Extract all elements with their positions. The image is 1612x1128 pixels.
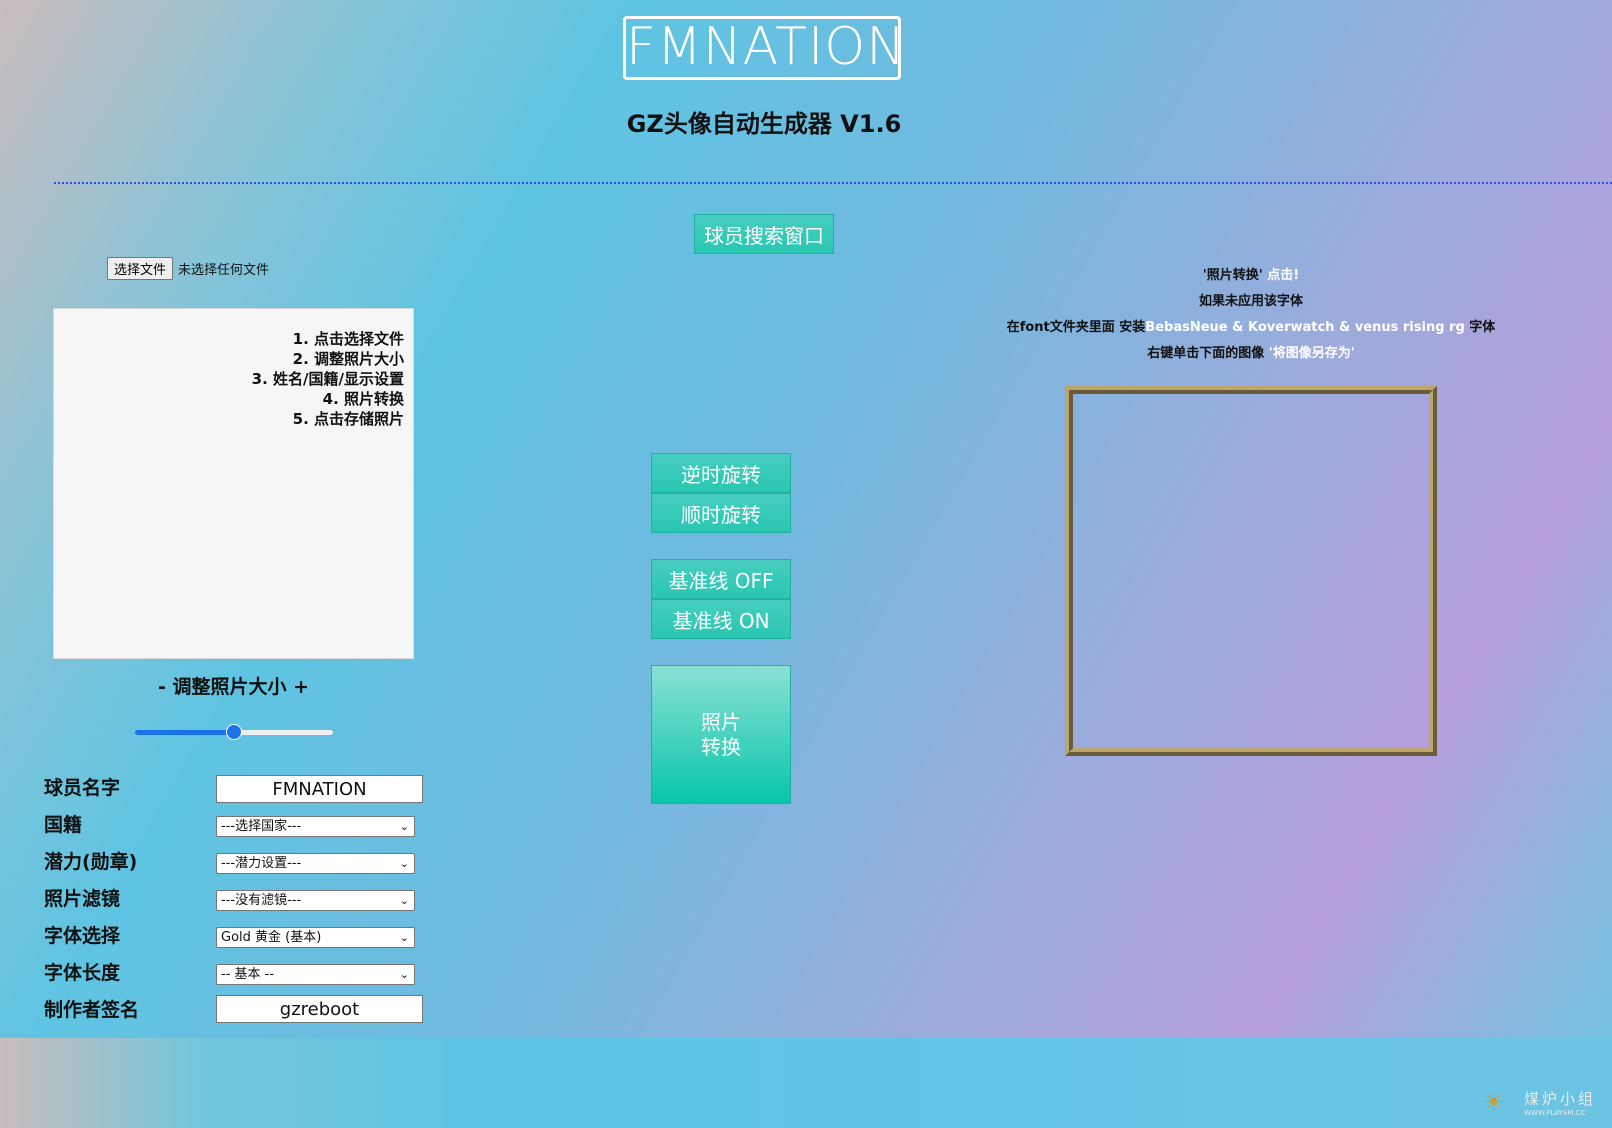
slider-fill: [135, 730, 234, 735]
instruction-step: 5. 点击存储照片: [292, 410, 404, 428]
rotate-cw-button[interactable]: 顺时旋转: [651, 493, 791, 533]
info-line-3: 在font文件夹里面 安装BebasNeue & Koverwatch & ve…: [994, 316, 1508, 335]
creator-signature-label: 制作者签名: [44, 999, 140, 1021]
font-choice-select[interactable]: Gold 黄金 (基本) ⌄: [216, 927, 415, 948]
watermark-url: WWW.PLAYSM.CC: [1524, 1109, 1586, 1117]
info-line-2: 如果未应用该字体: [1198, 294, 1303, 309]
chevron-down-icon: ⌄: [399, 931, 409, 944]
site-watermark: ☀ 煤炉小组 WWW.PLAYSM.CC: [1482, 1088, 1602, 1124]
font-length-selected: -- 基本 --: [221, 967, 275, 982]
page-title: GZ头像自动生成器 V1.6: [626, 110, 902, 138]
chevron-down-icon: ⌄: [399, 894, 409, 907]
generated-image-frame[interactable]: [1065, 386, 1437, 756]
info-highlight: '将图像另存为': [1268, 346, 1355, 361]
info-text: 在font文件夹里面 安装: [1006, 320, 1146, 335]
guideline-on-button[interactable]: 基准线 ON: [651, 599, 791, 639]
instruction-step: 4. 照片转换: [322, 390, 404, 408]
nationality-label: 国籍: [44, 814, 83, 836]
guideline-off-button[interactable]: 基准线 OFF: [651, 559, 791, 599]
player-name-label: 球员名字: [44, 777, 121, 799]
font-choice-label: 字体选择: [44, 925, 121, 947]
sun-logo-icon: ☀: [1482, 1088, 1506, 1118]
info-highlight: 点击!: [1262, 268, 1300, 283]
instruction-step: 2. 调整照片大小: [292, 350, 404, 368]
info-highlight: BebasNeue & Koverwatch & venus rising rg: [1145, 320, 1465, 335]
chevron-down-icon: ⌄: [399, 968, 409, 981]
photo-convert-button[interactable]: 照片 转换: [651, 665, 791, 804]
photo-filter-selected: ---没有滤镜---: [221, 893, 302, 908]
info-text: '照片转换': [1202, 268, 1263, 283]
header-divider: [54, 182, 1612, 184]
player-search-button[interactable]: 球员搜索窗口: [694, 214, 834, 254]
font-choice-selected: Gold 黄金 (基本): [221, 930, 322, 945]
potential-selected: ---潜力设置---: [221, 856, 302, 871]
creator-signature-input[interactable]: [216, 995, 423, 1023]
resize-slider[interactable]: [135, 723, 333, 741]
file-status-text: 未选择任何文件: [178, 263, 270, 278]
potential-select[interactable]: ---潜力设置--- ⌄: [216, 853, 415, 874]
rotate-ccw-button[interactable]: 逆时旋转: [651, 453, 791, 493]
info-text: 字体: [1464, 320, 1496, 335]
photo-filter-label: 照片滤镜: [44, 888, 121, 910]
chevron-down-icon: ⌄: [399, 820, 409, 833]
convert-label-line1: 照片: [701, 709, 741, 734]
player-name-input[interactable]: [216, 775, 423, 803]
info-line-4: 右键单击下面的图像 '将图像另存为': [994, 342, 1508, 361]
slider-thumb[interactable]: [226, 724, 242, 740]
instruction-step: 1. 点击选择文件: [292, 330, 404, 348]
info-line-1: '照片转换' 点击!: [994, 264, 1508, 283]
photo-filter-select[interactable]: ---没有滤镜--- ⌄: [216, 890, 415, 911]
nationality-selected: ---选择国家---: [221, 819, 302, 834]
nationality-select[interactable]: ---选择国家--- ⌄: [216, 816, 415, 837]
chevron-down-icon: ⌄: [399, 857, 409, 870]
watermark-text: 煤炉小组: [1524, 1090, 1597, 1108]
convert-label-line2: 转换: [701, 734, 741, 759]
file-input: 选择文件 未选择任何文件: [107, 257, 269, 280]
choose-file-button[interactable]: 选择文件: [107, 257, 174, 280]
font-length-select[interactable]: -- 基本 -- ⌄: [216, 964, 415, 985]
font-length-label: 字体长度: [44, 962, 121, 984]
instruction-step: 3. 姓名/国籍/显示设置: [251, 370, 404, 388]
fmnation-logo: FMNATION: [623, 16, 905, 80]
resize-label: - 调整照片大小 +: [157, 676, 310, 698]
potential-label: 潜力(勋章): [44, 851, 138, 873]
info-text: 右键单击下面的图像: [1147, 346, 1269, 361]
photo-preview-area[interactable]: 1. 点击选择文件 2. 调整照片大小 3. 姓名/国籍/显示设置 4. 照片转…: [53, 308, 414, 659]
page-footer-band: [0, 1038, 1612, 1128]
instructions-list: 1. 点击选择文件 2. 调整照片大小 3. 姓名/国籍/显示设置 4. 照片转…: [252, 329, 404, 429]
